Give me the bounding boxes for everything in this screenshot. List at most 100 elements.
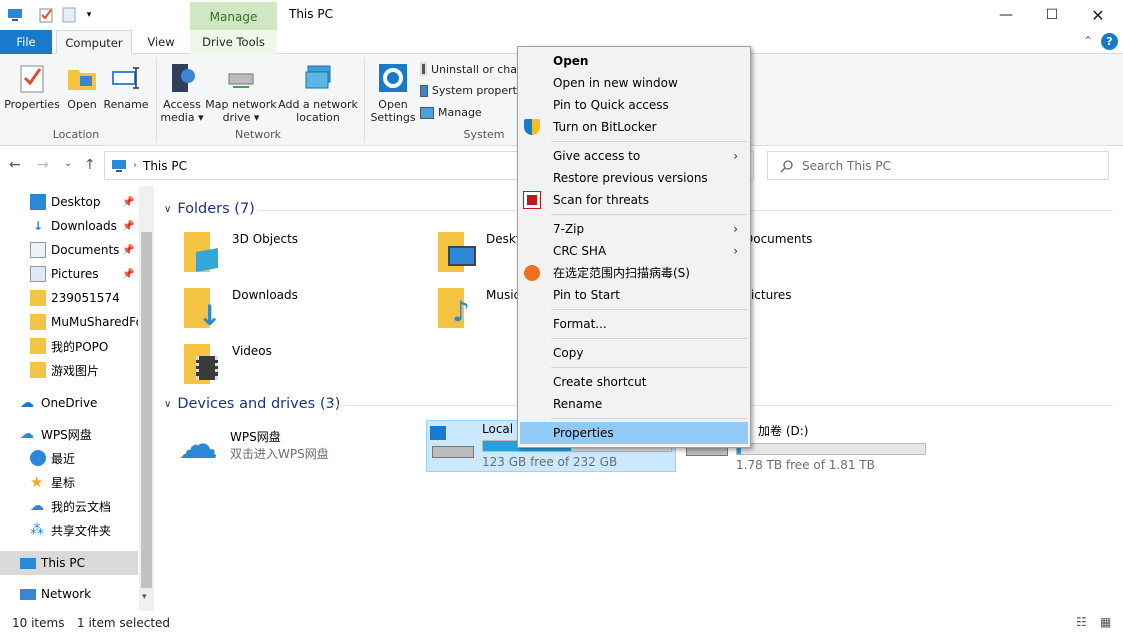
open-button[interactable]: Open [62,62,102,111]
shield-icon [524,119,540,135]
pin-icon: 📌 [122,220,135,232]
menu-separator [551,367,747,368]
open-folder-icon [68,70,96,90]
minimize-button[interactable]: — [983,0,1029,30]
rename-button[interactable]: Rename [102,62,150,111]
manage-context-tab[interactable]: Manage [190,2,277,32]
pin-icon: 📌 [122,196,135,208]
nav-item-shared[interactable]: ⁂ 共享文件夹 [0,519,138,541]
menu-item-format[interactable]: Format... [520,313,748,335]
system-properties-button[interactable]: System propert [420,84,517,97]
uninstall-button[interactable]: Uninstall or cha [420,62,517,76]
properties-quick-icon[interactable] [37,6,55,24]
desktop-icon [30,194,46,210]
chevron-down-icon: ∨ [164,398,172,410]
close-button[interactable]: ✕ [1075,0,1121,30]
collapse-ribbon-icon[interactable]: ⌃ [1083,34,1093,48]
maximize-button[interactable]: ☐ [1029,0,1075,30]
add-network-location-button[interactable]: Add a network location [278,62,358,124]
menu-item-7zip[interactable]: 7-Zip › [520,218,748,240]
large-icons-view-icon[interactable]: ▦ [1100,615,1111,629]
nav-item-recent[interactable]: 最近 [0,447,138,469]
back-icon[interactable]: ← [9,157,21,173]
properties-button[interactable]: Properties [4,62,60,111]
drive-wps[interactable]: ☁ WPS网盘 双击进入WPS网盘 [178,422,329,468]
network-icon [20,588,36,600]
help-icon[interactable]: ? [1101,33,1118,50]
scroll-down-icon[interactable]: ▾ [142,592,147,602]
nav-item-folder[interactable]: 239051574 [0,287,138,309]
menu-item-crc-sha[interactable]: CRC SHA › [520,240,748,262]
search-input[interactable]: Search This PC [767,151,1109,180]
menu-item-restore-versions[interactable]: Restore previous versions [520,167,748,189]
nav-scrollbar-thumb[interactable] [141,232,152,588]
menu-item-pin-start[interactable]: Pin to Start [520,284,748,306]
window-title: This PC [289,7,333,21]
tab-view[interactable]: View [140,30,182,54]
nav-item-wps[interactable]: ☁ WPS网盘 [0,423,138,445]
cloud-icon: ☁ [20,395,34,411]
menu-item-copy[interactable]: Copy [520,342,748,364]
menu-item-bitlocker[interactable]: Turn on BitLocker [520,116,748,138]
folder-downloads[interactable]: ↓ Downloads [184,288,298,332]
access-media-button[interactable]: Access media ▾ [159,62,205,124]
folder-videos[interactable]: Videos [184,344,272,388]
breadcrumb-this-pc[interactable]: This PC [143,159,187,173]
details-view-icon[interactable]: ☷ [1076,615,1087,629]
downloads-folder-icon: ↓ [184,288,224,332]
devices-group-header[interactable]: ∨ Devices and drives (3) [164,396,340,412]
nav-item-network[interactable]: Network [0,583,138,605]
menu-item-open[interactable]: Open [520,50,748,72]
this-pc-icon [20,557,36,569]
menu-item-create-shortcut[interactable]: Create shortcut [520,371,748,393]
wps-cloud-drive-icon: ☁ [178,422,218,468]
recent-locations-icon[interactable]: ⌄ [64,158,72,169]
nav-item-desktop[interactable]: Desktop 📌 [0,191,138,213]
menu-item-scan-threats[interactable]: Scan for threats [520,189,748,211]
clock-icon [30,450,46,466]
desktop-folder-icon [438,232,478,276]
nav-item-folder[interactable]: 我的POPO [0,335,138,357]
up-icon[interactable]: ↑ [84,157,96,173]
search-icon [780,159,793,172]
new-folder-quick-icon[interactable] [60,6,78,24]
title-bar: ▾ Manage This PC — ☐ ✕ [0,0,1123,32]
nav-item-cloud-docs[interactable]: ☁ 我的云文档 [0,495,138,517]
menu-item-rename[interactable]: Rename [520,393,748,415]
manage-button[interactable]: Manage [420,106,517,119]
nav-item-documents[interactable]: Documents 📌 [0,239,138,261]
star-icon: ★ [30,473,44,491]
context-menu: Open Open in new window Pin to Quick acc… [517,46,751,448]
menu-item-properties[interactable]: Properties [520,422,748,444]
pin-icon: 📌 [122,268,135,280]
tab-computer[interactable]: Computer [56,30,132,55]
folders-group-header[interactable]: ∨ Folders (7) [164,201,255,217]
quick-access-dropdown-icon[interactable]: ▾ [80,6,98,24]
tab-drive-tools[interactable]: Drive Tools [190,30,277,54]
manage-icon [420,106,434,119]
access-media-icon [172,64,195,92]
menu-item-open-new-window[interactable]: Open in new window [520,72,748,94]
nav-item-pictures[interactable]: Pictures 📌 [0,263,138,285]
map-network-drive-button[interactable]: Map network drive ▾ [205,62,277,124]
menu-item-give-access[interactable]: Give access to › [520,145,748,167]
submenu-arrow-icon: › [733,244,738,258]
forward-icon[interactable]: → [37,157,49,173]
folder-music[interactable]: ♪ Music [438,288,520,332]
menu-item-pin-quick-access[interactable]: Pin to Quick access [520,94,748,116]
nav-item-onedrive[interactable]: ☁ OneDrive [0,392,138,414]
properties-icon [20,65,44,93]
nav-item-downloads[interactable]: ↓ Downloads 📌 [0,215,138,237]
system-properties-icon [420,84,428,97]
menu-item-virus-scan[interactable]: 在选定范围内扫描病毒(S) [520,262,748,284]
cloud-docs-icon: ☁ [30,498,44,514]
pictures-icon [30,266,46,282]
nav-item-folder[interactable]: 游戏图片 [0,359,138,381]
nav-item-this-pc[interactable]: This PC [0,551,138,575]
folder-3d-objects[interactable]: 3D Objects [184,232,298,276]
nav-item-starred[interactable]: ★ 星标 [0,471,138,493]
nav-item-folder[interactable]: MuMuSharedFo [0,311,138,333]
videos-folder-icon [184,344,224,388]
tab-file[interactable]: File [0,30,52,54]
open-settings-button[interactable]: Open Settings [370,62,416,124]
